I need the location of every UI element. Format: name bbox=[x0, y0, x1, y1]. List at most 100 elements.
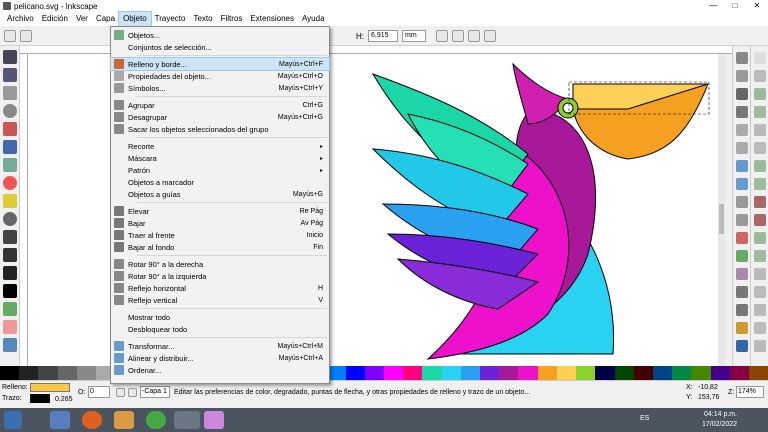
menu-item-desbloquear-todo[interactable]: Desbloquear todo bbox=[111, 323, 329, 335]
open-file-icon[interactable] bbox=[736, 70, 748, 82]
rectangle-tool-icon[interactable] bbox=[3, 140, 17, 154]
inkscape-taskbar-icon[interactable] bbox=[174, 411, 200, 429]
selector-tool-icon[interactable] bbox=[3, 50, 17, 64]
menu-filtros[interactable]: Filtros bbox=[217, 12, 247, 26]
zoom-input[interactable]: 174% bbox=[736, 386, 764, 398]
pen-tool-icon[interactable] bbox=[3, 248, 17, 262]
menu-item-desagrupar[interactable]: Desagrupar Mayús+Ctrl+G bbox=[111, 111, 329, 123]
clone-icon[interactable] bbox=[736, 268, 748, 280]
node-tool-icon[interactable] bbox=[3, 68, 17, 82]
snap-bbox-edge-icon[interactable] bbox=[754, 88, 766, 100]
stroke-swatch[interactable] bbox=[30, 394, 50, 403]
menu-ver[interactable]: Ver bbox=[72, 12, 92, 26]
snap-path-icon[interactable] bbox=[754, 160, 766, 172]
maximize-button[interactable]: □ bbox=[724, 0, 746, 12]
menu-item-reflejo-vertical[interactable]: Reflejo vertical V bbox=[111, 294, 329, 306]
menu-item-traer-frente[interactable]: Traer al frente Inicio bbox=[111, 229, 329, 241]
snap-bbox-icon[interactable] bbox=[754, 70, 766, 82]
menu-item-conjuntos[interactable]: Conjuntos de selección... bbox=[111, 41, 329, 53]
transform-gradient-icon[interactable] bbox=[468, 30, 480, 42]
snap-guide-icon[interactable] bbox=[754, 340, 766, 352]
group-icon[interactable] bbox=[736, 286, 748, 298]
menu-trayecto[interactable]: Trayecto bbox=[151, 12, 190, 26]
start-icon[interactable] bbox=[4, 411, 22, 429]
menu-item-propiedades[interactable]: Propiedades del objeto... Mayús+Ctrl+O bbox=[111, 70, 329, 82]
menu-item-patron[interactable]: Patrón ▸ bbox=[111, 164, 329, 176]
snap-page-icon[interactable] bbox=[754, 304, 766, 316]
visibility-icon[interactable] bbox=[116, 388, 125, 397]
snap-grid-icon[interactable] bbox=[754, 322, 766, 334]
snap-bbox-corner-icon[interactable] bbox=[754, 106, 766, 118]
lock-icon[interactable] bbox=[128, 388, 137, 397]
unit-select[interactable]: mm bbox=[402, 30, 426, 42]
menu-item-rotar-derecha[interactable]: Rotar 90° a la derecha bbox=[111, 258, 329, 270]
menu-item-sacar-grupo[interactable]: Sacar los objetos seleccionados del grup… bbox=[111, 123, 329, 135]
menu-item-objetos-guias[interactable]: Objetos a guías Mayús+G bbox=[111, 188, 329, 200]
zoom-tool-icon[interactable] bbox=[3, 104, 17, 118]
zoom-selection-icon[interactable] bbox=[736, 232, 748, 244]
menu-item-bajar-fondo[interactable]: Bajar al fondo Fin bbox=[111, 241, 329, 253]
snap-nodes-icon[interactable] bbox=[754, 142, 766, 154]
snap-intersection-icon[interactable] bbox=[754, 178, 766, 190]
menu-objeto[interactable]: Objeto bbox=[118, 11, 152, 27]
export-icon[interactable] bbox=[736, 142, 748, 154]
star-tool-icon[interactable] bbox=[3, 194, 17, 208]
firefox-icon[interactable] bbox=[82, 411, 102, 429]
menu-extensiones[interactable]: Extensiones bbox=[246, 12, 298, 26]
undo-icon[interactable] bbox=[736, 160, 748, 172]
menu-item-rotar-izquierda[interactable]: Rotar 90° a la izquierda bbox=[111, 270, 329, 282]
media-player-icon[interactable] bbox=[114, 411, 134, 429]
paint-icon[interactable] bbox=[204, 411, 224, 429]
fill-stroke-icon[interactable] bbox=[736, 322, 748, 334]
calligraphy-tool-icon[interactable] bbox=[3, 266, 17, 280]
snap-rotation-center-icon[interactable] bbox=[754, 268, 766, 280]
print-icon[interactable] bbox=[736, 106, 748, 118]
menu-edicion[interactable]: Edición bbox=[38, 12, 72, 26]
measure-tool-icon[interactable] bbox=[3, 122, 17, 136]
opacity-input[interactable]: 0 bbox=[88, 386, 110, 398]
copy-icon[interactable] bbox=[736, 196, 748, 208]
menu-item-elevar[interactable]: Elevar Re Pág bbox=[111, 205, 329, 217]
snap-center-icon[interactable] bbox=[754, 250, 766, 262]
menu-texto[interactable]: Texto bbox=[189, 12, 216, 26]
menu-item-alinear[interactable]: Alinear y distribuir... Mayús+Ctrl+A bbox=[111, 352, 329, 364]
snap-bbox-midpoint-icon[interactable] bbox=[754, 124, 766, 136]
eraser-tool-icon[interactable] bbox=[3, 320, 17, 334]
menu-capa[interactable]: Capa bbox=[92, 12, 119, 26]
chrome-icon[interactable] bbox=[146, 411, 166, 429]
snap-cusp-icon[interactable] bbox=[754, 196, 766, 208]
paste-icon[interactable] bbox=[736, 214, 748, 226]
duplicate-icon[interactable] bbox=[736, 250, 748, 262]
snap-midpoint-icon[interactable] bbox=[754, 232, 766, 244]
height-input[interactable]: 6,915 bbox=[368, 30, 398, 42]
3d-box-tool-icon[interactable] bbox=[3, 158, 17, 172]
select-all-layers-icon[interactable] bbox=[20, 30, 32, 42]
text-font-icon[interactable] bbox=[736, 340, 748, 352]
menu-archivo[interactable]: Archivo bbox=[3, 12, 38, 26]
menu-item-objetos-marcador[interactable]: Objetos a marcador bbox=[111, 176, 329, 188]
spray-tool-icon[interactable] bbox=[3, 302, 17, 316]
menu-item-simbolos[interactable]: Símbolos... Mayús+Ctrl+Y bbox=[111, 82, 329, 94]
snap-toggle-icon[interactable] bbox=[754, 52, 766, 64]
language-indicator[interactable]: ES bbox=[640, 415, 649, 422]
ellipse-tool-icon[interactable] bbox=[3, 176, 17, 190]
scale-corners-icon[interactable] bbox=[452, 30, 464, 42]
text-tool-icon[interactable] bbox=[3, 284, 17, 298]
scroll-thumb[interactable] bbox=[719, 204, 724, 234]
menu-item-agrupar[interactable]: Agrupar Ctrl+G bbox=[111, 99, 329, 111]
menu-item-reflejo-horizontal[interactable]: Reflejo horizontal H bbox=[111, 282, 329, 294]
redo-icon[interactable] bbox=[736, 178, 748, 190]
menu-item-bajar[interactable]: Bajar Av Pág bbox=[111, 217, 329, 229]
menu-item-objetos[interactable]: Objetos... bbox=[111, 29, 329, 41]
save-icon[interactable] bbox=[736, 88, 748, 100]
menu-item-ordenar[interactable]: Ordenar... bbox=[111, 364, 329, 376]
snap-smooth-icon[interactable] bbox=[754, 214, 766, 226]
menu-item-mostrar-todo[interactable]: Mostrar todo bbox=[111, 311, 329, 323]
new-document-icon[interactable] bbox=[736, 52, 748, 64]
layer-select[interactable]: -Capa 1 bbox=[140, 386, 170, 398]
pencil-tool-icon[interactable] bbox=[3, 230, 17, 244]
vertical-scrollbar[interactable] bbox=[718, 54, 725, 366]
fill-swatch[interactable] bbox=[30, 383, 70, 392]
tweak-tool-icon[interactable] bbox=[3, 86, 17, 100]
spiral-tool-icon[interactable] bbox=[3, 212, 17, 226]
